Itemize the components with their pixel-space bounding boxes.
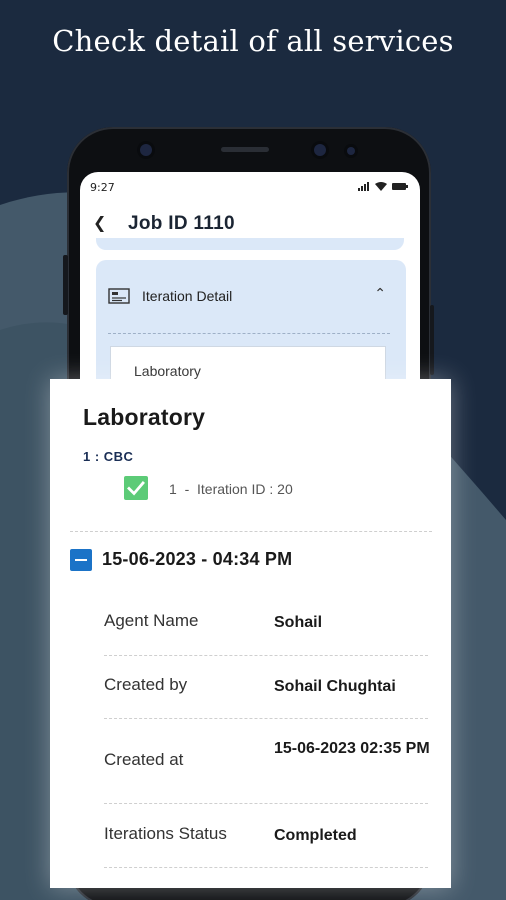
status-time: 9:27	[90, 181, 115, 194]
detail-value: Sohail Chughtai	[274, 678, 396, 695]
detail-label: Iterations Status	[104, 824, 227, 843]
detail-label: Created by	[104, 675, 188, 694]
iteration-text: 1 - Iteration ID : 20	[169, 481, 293, 497]
signal-icon	[358, 182, 369, 191]
detail-label: Agent Name	[104, 611, 199, 630]
phone-speaker	[221, 147, 269, 152]
divider	[104, 655, 428, 656]
divider	[70, 531, 432, 532]
page-title: Job ID 1110	[128, 213, 235, 234]
status-bar: 9:27	[80, 172, 420, 202]
detail-value: 15-06-2023 02:35 PM	[274, 740, 430, 757]
divider	[104, 718, 428, 719]
service-detail-overlay: Laboratory 1 : CBC 1 - Iteration ID : 20…	[50, 379, 451, 888]
service-preview-label: Laboratory	[134, 363, 201, 379]
iteration-detail-header[interactable]: Iteration Detail ⌃	[108, 286, 394, 310]
document-icon	[108, 288, 130, 304]
detail-label: Created at	[104, 750, 184, 769]
checkbox-checked-icon[interactable]	[124, 476, 148, 500]
status-icons	[358, 182, 408, 191]
wifi-icon	[375, 182, 387, 191]
detail-value: Completed	[274, 827, 357, 844]
headline: Check detail of all services	[52, 24, 454, 58]
detail-value: Sohail	[274, 614, 323, 631]
front-camera	[140, 144, 152, 156]
back-arrow-icon[interactable]: ❮	[93, 215, 106, 231]
entry-datetime[interactable]: 15-06-2023 - 04:34 PM	[102, 549, 292, 570]
previous-card	[96, 238, 404, 250]
side-button	[63, 255, 68, 315]
battery-icon	[392, 183, 408, 190]
service-title: Laboratory	[83, 404, 206, 430]
side-button-right	[430, 305, 434, 375]
sensor-camera	[314, 144, 326, 156]
sensor-dot	[347, 147, 355, 155]
service-item: 1 : CBC	[83, 449, 134, 464]
divider	[108, 333, 390, 334]
iteration-detail-label: Iteration Detail	[142, 288, 233, 304]
chevron-up-icon[interactable]: ⌃	[374, 286, 386, 302]
checkmark-icon	[127, 481, 145, 496]
collapse-minus-icon[interactable]	[70, 549, 92, 571]
divider	[104, 803, 428, 804]
divider	[104, 867, 428, 868]
